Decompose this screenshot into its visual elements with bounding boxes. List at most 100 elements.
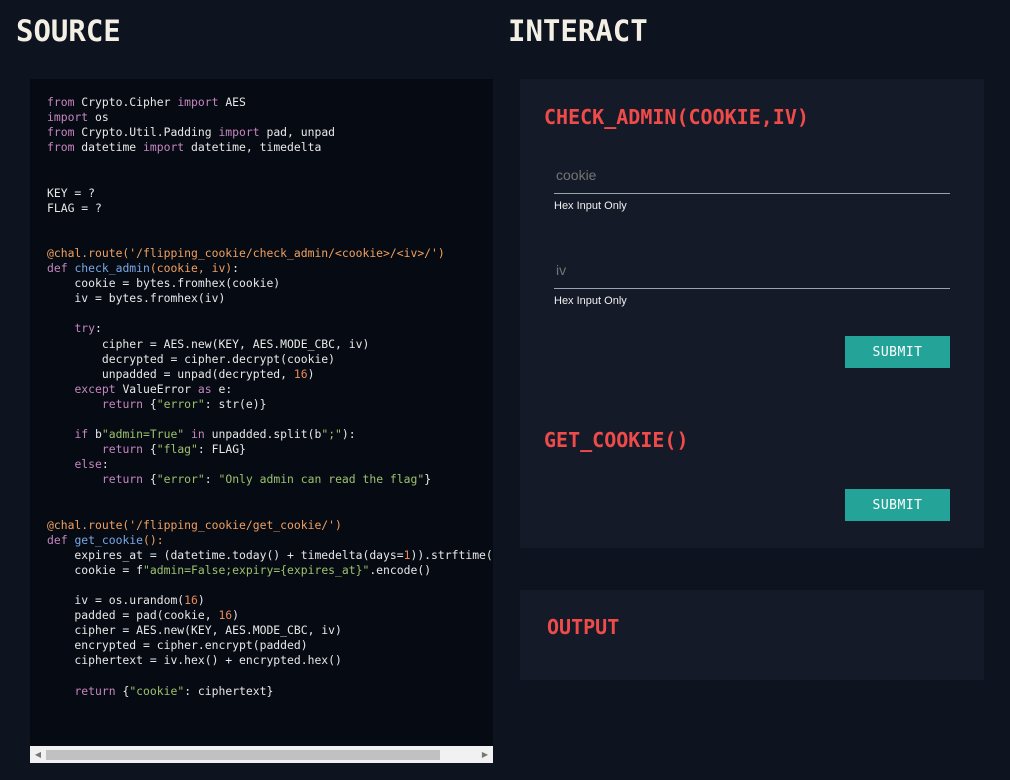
code-token: cipher = AES.new(KEY, AES.MODE_CBC, iv) — [47, 336, 370, 351]
code-token: cipher = AES.new(KEY, AES.MODE_CBC, iv) — [47, 623, 342, 638]
code-token: ): — [341, 427, 356, 442]
code-token: .encode() — [369, 562, 432, 577]
output-title: OUTPUT — [547, 615, 620, 639]
code-line: iv = bytes.fromhex(iv) — [47, 291, 493, 306]
code-token: return — [101, 442, 144, 457]
code-token: def — [47, 532, 68, 547]
code-line: from datetime import datetime, timedelta — [47, 140, 493, 155]
code-token: @chal.route('/flipping_cookie/get_cookie… — [47, 517, 342, 532]
code-token: except — [74, 381, 116, 396]
code-token: cookie = bytes.fromhex(cookie) — [47, 276, 281, 291]
code-token: : — [101, 457, 109, 472]
code-line: if b"admin=True" in unpadded.split(b";")… — [47, 427, 493, 442]
code-token: unpadded.split(b — [204, 427, 322, 442]
get-cookie-title: GET_COOKIE() — [544, 428, 689, 452]
code-token: e: — [211, 381, 233, 396]
code-token: : — [95, 321, 102, 336]
code-line: expires_at = (datetime.today() + timedel… — [47, 548, 493, 563]
check-admin-title: CHECK_ADMIN(COOKIE,IV) — [544, 105, 809, 129]
scrollbar-thumb[interactable] — [46, 750, 440, 760]
code-token: (cookie, iv) — [149, 261, 233, 276]
code-token: return — [74, 683, 116, 698]
code-line: KEY = ? — [47, 186, 493, 201]
code-token: ) — [197, 593, 205, 608]
code-line: except ValueError as e: — [47, 382, 493, 397]
code-token: import — [218, 125, 260, 140]
code-token: 16 — [184, 593, 198, 608]
code-token: ValueError — [115, 381, 198, 396]
code-token: check_admin — [74, 261, 150, 276]
scroll-left-arrow-icon[interactable]: ◀ — [30, 746, 46, 763]
code-line: iv = os.urandom(16) — [47, 593, 493, 608]
code-line: ciphertext = iv.hex() + encrypted.hex() — [47, 653, 493, 668]
code-token: )).strftime( — [410, 547, 493, 562]
code-line: decrypted = cipher.decrypt(cookie) — [47, 352, 493, 367]
source-code-panel[interactable]: from Crypto.Cipher import AES import os fr… — [30, 79, 493, 763]
code-token: "admin=False;expiry={expires_at}" — [143, 562, 370, 577]
scroll-right-arrow-icon[interactable]: ▶ — [477, 746, 493, 763]
code-line: unpadded = unpad(decrypted, 16) — [47, 367, 493, 382]
code-token: (): — [143, 532, 164, 547]
code-line: from Crypto.Util.Padding import pad, unp… — [47, 125, 493, 140]
code-horizontal-scrollbar[interactable]: ◀ ▶ — [30, 746, 493, 763]
code-token: 16 — [293, 366, 308, 381]
iv-input[interactable] — [554, 255, 954, 285]
code-line: else: — [47, 457, 493, 472]
code-token: KEY = ? — [47, 185, 96, 200]
code-token: import — [47, 110, 89, 125]
interact-heading: INTERACT — [508, 14, 648, 48]
code-token: "flag" — [156, 442, 198, 457]
code-token: "error" — [156, 472, 205, 487]
code-line: try: — [47, 321, 493, 336]
cookie-input[interactable] — [554, 160, 954, 190]
code-token: Crypto.Util.Padding — [74, 125, 219, 140]
cookie-helper-text: Hex Input Only — [554, 200, 627, 212]
code-token: iv = bytes.fromhex(iv) — [47, 291, 226, 306]
code-token: as — [197, 381, 212, 396]
code-token: def — [47, 261, 68, 276]
code-token: ";" — [321, 427, 342, 442]
code-line: def check_admin(cookie, iv): — [47, 261, 493, 276]
code-line: padded = pad(cookie, 16) — [47, 608, 493, 623]
code-token: { — [143, 472, 157, 487]
code-token: decrypted = cipher.decrypt(cookie) — [47, 351, 336, 366]
source-heading: SOURCE — [16, 14, 121, 48]
cookie-input-underline — [554, 193, 950, 194]
code-line: return {"error": "Only admin can read th… — [47, 472, 493, 487]
output-card: OUTPUT — [520, 590, 984, 680]
code-token: padded = pad(cookie, — [47, 608, 219, 623]
code-token: return — [101, 472, 144, 487]
check-admin-submit-button[interactable]: SUBMIT — [845, 336, 950, 368]
code-line: @chal.route('/flipping_cookie/get_cookie… — [47, 518, 493, 533]
code-line: cipher = AES.new(KEY, AES.MODE_CBC, iv) — [47, 337, 493, 352]
code-token: : ciphertext} — [184, 683, 274, 698]
code-line: encrypted = cipher.encrypt(padded) — [47, 638, 493, 653]
code-token: try — [74, 321, 96, 336]
code-line: from Crypto.Cipher import AES — [47, 95, 493, 110]
code-line: import os — [47, 110, 493, 125]
code-line: return {"cookie": ciphertext} — [47, 684, 493, 699]
code-token: get_cookie — [74, 532, 144, 547]
code-token: "error" — [156, 396, 205, 411]
code-line: def get_cookie(): — [47, 533, 493, 548]
code-line: FLAG = ? — [47, 201, 493, 216]
iv-input-underline — [554, 288, 950, 289]
code-token: FLAG = ? — [47, 200, 102, 215]
code-token: import — [177, 95, 219, 109]
code-token: else — [74, 457, 102, 472]
get-cookie-submit-button[interactable]: SUBMIT — [845, 489, 950, 521]
code-token: : — [204, 472, 219, 487]
